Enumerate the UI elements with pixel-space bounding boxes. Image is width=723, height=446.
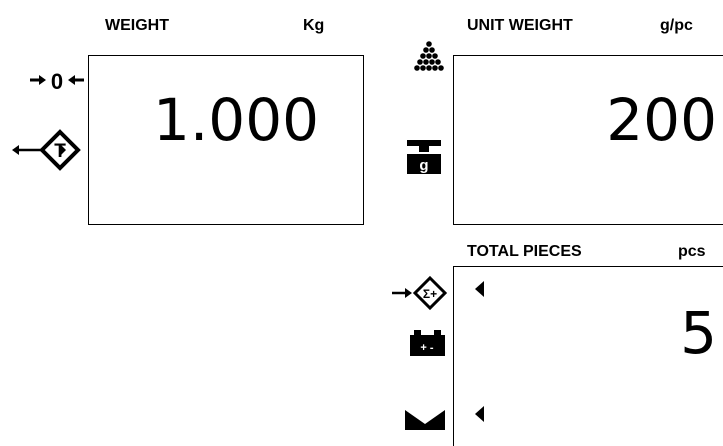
weight-unit: Kg bbox=[303, 17, 325, 34]
total-pieces-unit: pcs bbox=[678, 243, 706, 260]
weight-label: WEIGHT bbox=[105, 17, 169, 34]
tare-glyph: T bbox=[54, 141, 66, 162]
zero-indicator-icon: 0 bbox=[30, 69, 84, 93]
gram-glyph: g bbox=[419, 157, 428, 174]
pointer-marker-bottom bbox=[475, 406, 484, 422]
pieces-pile-icon bbox=[414, 41, 444, 71]
pointer-marker-top bbox=[475, 281, 484, 297]
battery-glyph: + - bbox=[420, 342, 433, 354]
gram-weight-icon: g bbox=[407, 140, 441, 174]
weight-display: 1.000 bbox=[88, 55, 364, 225]
zero-glyph: 0 bbox=[51, 69, 63, 93]
total-pieces-label: TOTAL PIECES bbox=[467, 243, 582, 260]
weight-value: 1.000 bbox=[152, 86, 319, 154]
accumulate-sum-icon: Σ+ bbox=[392, 275, 448, 311]
battery-icon: + - bbox=[410, 330, 445, 356]
total-pieces-display: 5 bbox=[453, 266, 723, 446]
unit-weight-unit: g/pc bbox=[660, 17, 693, 34]
unit-weight-label: UNIT WEIGHT bbox=[467, 17, 573, 34]
tare-indicator-icon: T bbox=[12, 129, 81, 171]
stable-indicator-icon bbox=[405, 410, 445, 430]
unit-weight-display: 200 bbox=[453, 55, 723, 225]
sum-glyph: Σ+ bbox=[423, 287, 437, 301]
unit-weight-value: 200 bbox=[606, 86, 717, 154]
total-pieces-value: 5 bbox=[680, 299, 717, 367]
